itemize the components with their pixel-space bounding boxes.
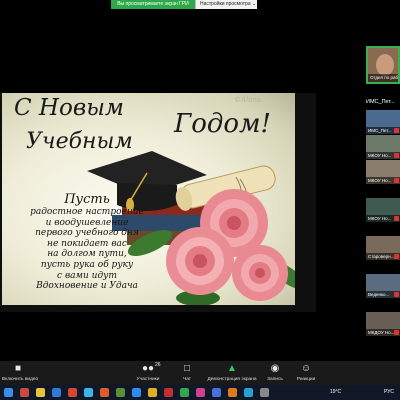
reactions-label: Реакции <box>296 377 316 382</box>
zoom-icon[interactable] <box>132 388 141 397</box>
screen-share-banner: Вы просматриваете экран ГРИ Настройки пр… <box>111 0 257 9</box>
card-title-line2: Учебным <box>26 129 133 154</box>
participant-tile[interactable]: МКОУ Но... <box>366 135 400 159</box>
app-icon[interactable] <box>196 388 205 397</box>
reactions-icon: ☺ <box>300 363 312 374</box>
share-screen-icon: ▲ <box>227 363 237 374</box>
app-icon[interactable] <box>20 388 29 397</box>
participant-tile[interactable]: МКОУ Но... <box>366 198 400 222</box>
rose <box>166 227 234 295</box>
greeting-card-image: С Новым Учебным Годом! ©Alona Пусть радо… <box>2 93 295 305</box>
verse-line: пусть рука об руку <box>40 259 134 270</box>
verse-line: с вами идут <box>57 270 117 281</box>
app-icon[interactable] <box>260 388 269 397</box>
muted-mic-icon <box>394 216 399 221</box>
active-speaker-label: Отдел по раб... <box>368 74 398 82</box>
share-screen-label: Демонстрация экрана <box>207 377 257 382</box>
participant-tile[interactable]: МКОУ Но... <box>366 160 400 184</box>
muted-mic-icon <box>394 254 399 259</box>
reactions-button[interactable]: ☺ Реакции <box>295 363 317 382</box>
view-options-button[interactable]: Настройки просмотра ⌄ <box>195 0 257 9</box>
avatar <box>376 54 394 76</box>
app-icon[interactable] <box>116 388 125 397</box>
app-icon[interactable] <box>244 388 253 397</box>
card-verse: Пусть радостное настроение и воодушевлен… <box>6 193 168 292</box>
muted-mic-icon <box>394 292 399 297</box>
app-icon[interactable] <box>180 388 189 397</box>
share-screen-button[interactable]: ▲ Демонстрация экрана <box>207 363 257 382</box>
participant-tile[interactable]: Веденко... <box>366 274 400 298</box>
weather-readout[interactable]: 19°C <box>330 385 341 400</box>
video-off-icon: ■ <box>14 363 22 374</box>
app-icon[interactable] <box>164 388 173 397</box>
participant-tile[interactable]: Староверн... <box>366 236 400 260</box>
meeting-toolbar: ■ Включить видео ●● Участники 26 □ Чат ▲… <box>0 361 400 385</box>
record-icon: ◉ <box>270 363 280 374</box>
participant-tile[interactable]: МКДОУ Но... <box>366 312 400 336</box>
app-icon[interactable] <box>84 388 93 397</box>
verse-line: на долгом пути, <box>47 249 127 260</box>
app-icon[interactable] <box>212 388 221 397</box>
record-label: Запись <box>267 377 283 382</box>
language-indicator[interactable]: РУС <box>384 385 394 400</box>
participants-count: 26 <box>155 362 161 368</box>
windows-taskbar: 19°C РУС <box>0 385 400 400</box>
verse-line: Вдохновение и Удача <box>36 281 138 292</box>
participants-panel-header: ИМС_Пет... <box>366 99 395 105</box>
muted-mic-icon <box>394 153 399 158</box>
card-title-line1: С Новым <box>14 95 125 121</box>
chat-button[interactable]: □ Чат <box>180 363 194 382</box>
folder-icon[interactable] <box>36 388 45 397</box>
active-speaker-tile[interactable]: Отдел по раб... <box>366 46 400 84</box>
verse-line: и воодушевление <box>45 217 129 228</box>
muted-mic-icon <box>394 128 399 133</box>
share-status-label: Вы просматриваете экран ГРИ <box>111 0 195 9</box>
chat-label: Чат <box>183 377 191 382</box>
start-video-label: Включить видео <box>2 377 39 382</box>
participant-tile[interactable]: ИМС_Пет... <box>366 110 400 134</box>
muted-mic-icon <box>394 178 399 183</box>
participants-label: Участники <box>136 377 160 382</box>
record-button[interactable]: ◉ Запись <box>265 363 285 382</box>
app-icon[interactable] <box>100 388 109 397</box>
muted-mic-icon <box>394 330 399 335</box>
app-icon[interactable] <box>52 388 61 397</box>
verse-line: не покидает вас <box>47 238 127 249</box>
verse-line: первого учебного дня <box>35 228 139 239</box>
verse-first-word: Пусть <box>64 192 110 207</box>
app-icon[interactable] <box>68 388 77 397</box>
app-icon[interactable] <box>148 388 157 397</box>
start-icon[interactable] <box>4 388 13 397</box>
start-video-button[interactable]: ■ Включить видео <box>2 363 38 382</box>
card-watermark: ©Alona <box>234 96 262 104</box>
app-icon[interactable] <box>228 388 237 397</box>
chat-icon: □ <box>183 363 191 374</box>
card-title-line3: Годом! <box>174 109 272 139</box>
verse-line: радостное настроение <box>30 207 144 217</box>
shared-screen: С Новым Учебным Годом! ©Alona Пусть радо… <box>0 93 316 312</box>
rose <box>232 245 288 301</box>
